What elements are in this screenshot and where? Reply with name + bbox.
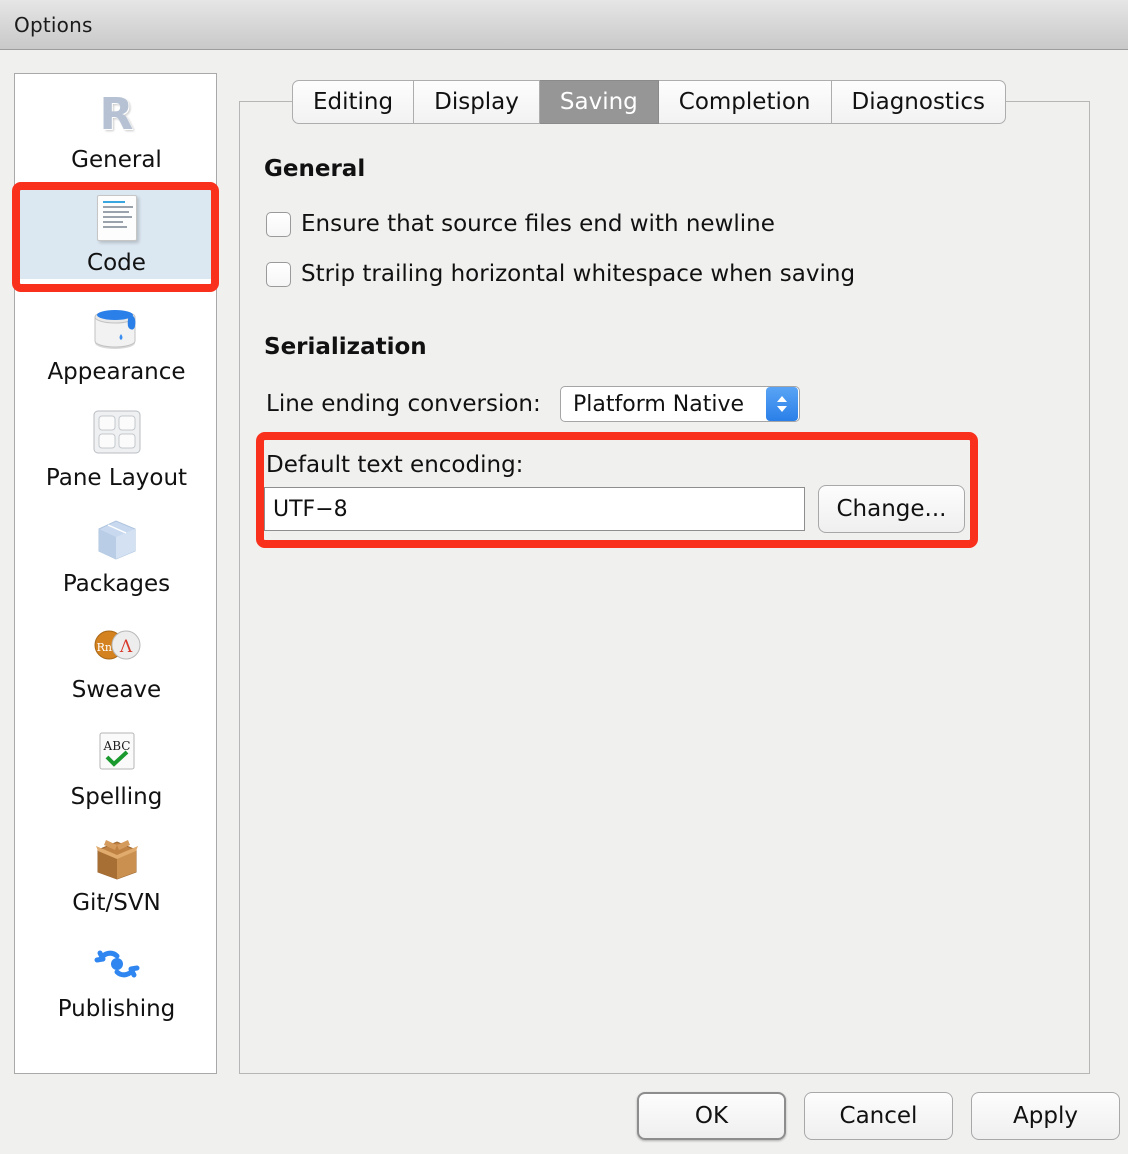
- tab-diagnostics[interactable]: Diagnostics: [832, 80, 1006, 124]
- checkbox-ensure-newline[interactable]: Ensure that source files end with newlin…: [266, 211, 775, 237]
- category-sidebar: R General Code: [14, 73, 217, 1074]
- sidebar-item-label: Spelling: [71, 784, 163, 810]
- line-ending-conversion-select[interactable]: Platform Native: [560, 386, 800, 422]
- code-document-icon: [86, 187, 148, 249]
- change-button-label: Change...: [837, 496, 947, 522]
- options-dialog: Options R General Code: [0, 0, 1128, 1154]
- sidebar-item-general[interactable]: R General: [15, 84, 218, 176]
- svg-text:ABC: ABC: [102, 739, 130, 753]
- sidebar-item-pane-layout[interactable]: Pane Layout: [15, 402, 218, 494]
- sidebar-item-label: Pane Layout: [46, 465, 187, 491]
- line-ending-label: Line ending conversion:: [266, 391, 541, 417]
- abc-check-icon: ABC: [86, 721, 148, 783]
- titlebar: Options: [0, 0, 1128, 50]
- dialog-footer: OK Cancel Apply: [637, 1092, 1120, 1140]
- serialization-section-heading: Serialization: [264, 334, 427, 360]
- sidebar-item-label: Packages: [63, 571, 170, 597]
- settings-panel: [239, 101, 1090, 1074]
- tab-label: Diagnostics: [852, 89, 985, 115]
- tab-label: Completion: [679, 89, 811, 115]
- tab-display[interactable]: Display: [414, 80, 540, 124]
- general-section-heading: General: [264, 156, 365, 182]
- apply-button[interactable]: Apply: [971, 1092, 1120, 1140]
- tab-label: Display: [434, 89, 519, 115]
- checkbox-box[interactable]: [266, 212, 291, 237]
- sidebar-item-spelling[interactable]: ABC Spelling: [15, 721, 218, 813]
- line-ending-value: Platform Native: [561, 392, 766, 417]
- tab-bar: Editing Display Saving Completion Diagno…: [292, 80, 1006, 124]
- sidebar-item-packages[interactable]: Packages: [15, 508, 218, 600]
- checkbox-label: Ensure that source files end with newlin…: [301, 211, 775, 237]
- sidebar-item-label: Appearance: [47, 359, 185, 385]
- sidebar-item-label: General: [71, 147, 162, 173]
- rnw-pdf-icon: Rnw Λ: [86, 614, 148, 676]
- encoding-value: UTF−8: [265, 497, 348, 522]
- publish-icon: [86, 933, 148, 995]
- checkbox-label: Strip trailing horizontal whitespace whe…: [301, 261, 855, 287]
- tab-completion[interactable]: Completion: [659, 80, 832, 124]
- tab-label: Saving: [560, 89, 638, 115]
- cancel-button-label: Cancel: [840, 1103, 918, 1129]
- checkbox-strip-whitespace[interactable]: Strip trailing horizontal whitespace whe…: [266, 261, 855, 287]
- apply-button-label: Apply: [1013, 1103, 1078, 1129]
- sidebar-item-label: Publishing: [58, 996, 176, 1022]
- sidebar-item-code[interactable]: Code: [15, 187, 218, 279]
- chevron-up-down-icon[interactable]: [766, 387, 798, 421]
- ok-button-label: OK: [695, 1103, 728, 1129]
- svg-text:Λ: Λ: [118, 637, 132, 657]
- sidebar-item-label: Code: [87, 250, 146, 276]
- tab-saving[interactable]: Saving: [540, 80, 659, 124]
- encoding-label: Default text encoding:: [266, 452, 523, 478]
- pane-grid-icon: [86, 402, 148, 464]
- tab-label: Editing: [313, 89, 393, 115]
- blue-box-icon: [86, 508, 148, 570]
- sidebar-item-git-svn[interactable]: Git/SVN: [15, 827, 218, 919]
- cancel-button[interactable]: Cancel: [804, 1092, 953, 1140]
- sidebar-item-label: Sweave: [72, 677, 161, 703]
- sidebar-item-label: Git/SVN: [72, 890, 161, 916]
- tab-editing[interactable]: Editing: [292, 80, 414, 124]
- sidebar-item-publishing[interactable]: Publishing: [15, 933, 218, 1025]
- paint-can-icon: [86, 296, 148, 358]
- encoding-input[interactable]: UTF−8: [264, 487, 805, 531]
- checkbox-box[interactable]: [266, 262, 291, 287]
- sidebar-item-appearance[interactable]: Appearance: [15, 296, 218, 388]
- sidebar-item-sweave[interactable]: Rnw Λ Sweave: [15, 614, 218, 706]
- r-logo-icon: R: [86, 84, 148, 146]
- window-title: Options: [14, 13, 93, 37]
- change-encoding-button[interactable]: Change...: [818, 485, 965, 533]
- ok-button[interactable]: OK: [637, 1092, 786, 1140]
- brown-box-icon: [86, 827, 148, 889]
